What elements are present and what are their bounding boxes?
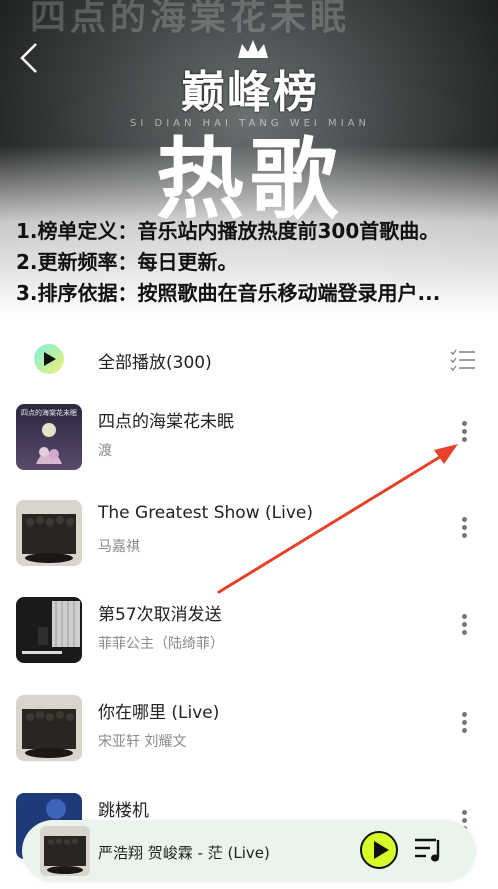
song-title: 四点的海棠花未眠: [98, 412, 234, 432]
description-line: 1.榜单定义：音乐站内播放热度前300首歌曲。: [16, 219, 440, 243]
now-playing-cover: [40, 826, 90, 876]
play-icon: [374, 841, 389, 859]
album-cover: [16, 500, 82, 566]
playlist-queue-icon[interactable]: [414, 837, 444, 863]
song-title: 第57次取消发送: [98, 605, 222, 625]
album-cover: [16, 597, 82, 663]
more-options-icon[interactable]: [452, 514, 476, 550]
cover-caption: 四点的海棠花未眠: [21, 409, 77, 417]
multi-select-icon[interactable]: [450, 348, 476, 372]
play-all-button[interactable]: [34, 344, 64, 374]
song-title: 跳楼机: [98, 801, 149, 821]
play-all-label[interactable]: 全部播放(300): [98, 348, 212, 373]
mini-player[interactable]: 严浩翔 贺峻霖 - 茫 (Live): [22, 820, 476, 882]
back-arrow-icon[interactable]: [14, 40, 48, 76]
description-line: 2.更新频率：每日更新。: [16, 250, 238, 274]
more-options-icon[interactable]: [452, 611, 476, 647]
album-cover: 四点的海棠花未眠: [16, 404, 82, 470]
song-row[interactable]: The Greatest Show (Live) 马嘉祺: [0, 500, 498, 596]
album-cover: [16, 695, 82, 761]
song-row[interactable]: 四点的海棠花未眠 四点的海棠花未眠 渡: [0, 404, 498, 500]
song-row[interactable]: 第57次取消发送 菲菲公主（陆绮菲）: [0, 597, 498, 693]
song-title: 你在哪里 (Live): [98, 703, 220, 723]
more-options-icon[interactable]: [452, 709, 476, 745]
song-row[interactable]: 你在哪里 (Live) 宋亚轩 刘耀文: [0, 695, 498, 791]
play-all-bar: 全部播放(300): [0, 335, 498, 385]
logo-text: 巅峰榜: [181, 67, 319, 118]
now-playing-title: 严浩翔 贺峻霖 - 茫 (Live): [98, 844, 270, 862]
chart-description[interactable]: 1.榜单定义：音乐站内播放热度前300首歌曲。 2.更新频率：每日更新。 3.排…: [16, 216, 486, 309]
more-options-icon[interactable]: [452, 418, 476, 454]
song-artist: 渡: [98, 443, 112, 459]
song-artist: 马嘉祺: [98, 539, 140, 555]
description-line: 3.排序依据：按照歌曲在音乐移动端登录用户...: [16, 281, 441, 305]
play-icon: [44, 352, 56, 366]
mini-play-button[interactable]: [360, 831, 398, 869]
chart-logo: 巅峰榜: [140, 38, 360, 118]
song-title: The Greatest Show (Live): [98, 503, 313, 523]
song-artist: 菲菲公主（陆绮菲）: [98, 636, 224, 652]
header-background-text: 四点的海棠花未眠: [30, 0, 351, 38]
song-artist: 宋亚轩 刘耀文: [98, 734, 187, 750]
